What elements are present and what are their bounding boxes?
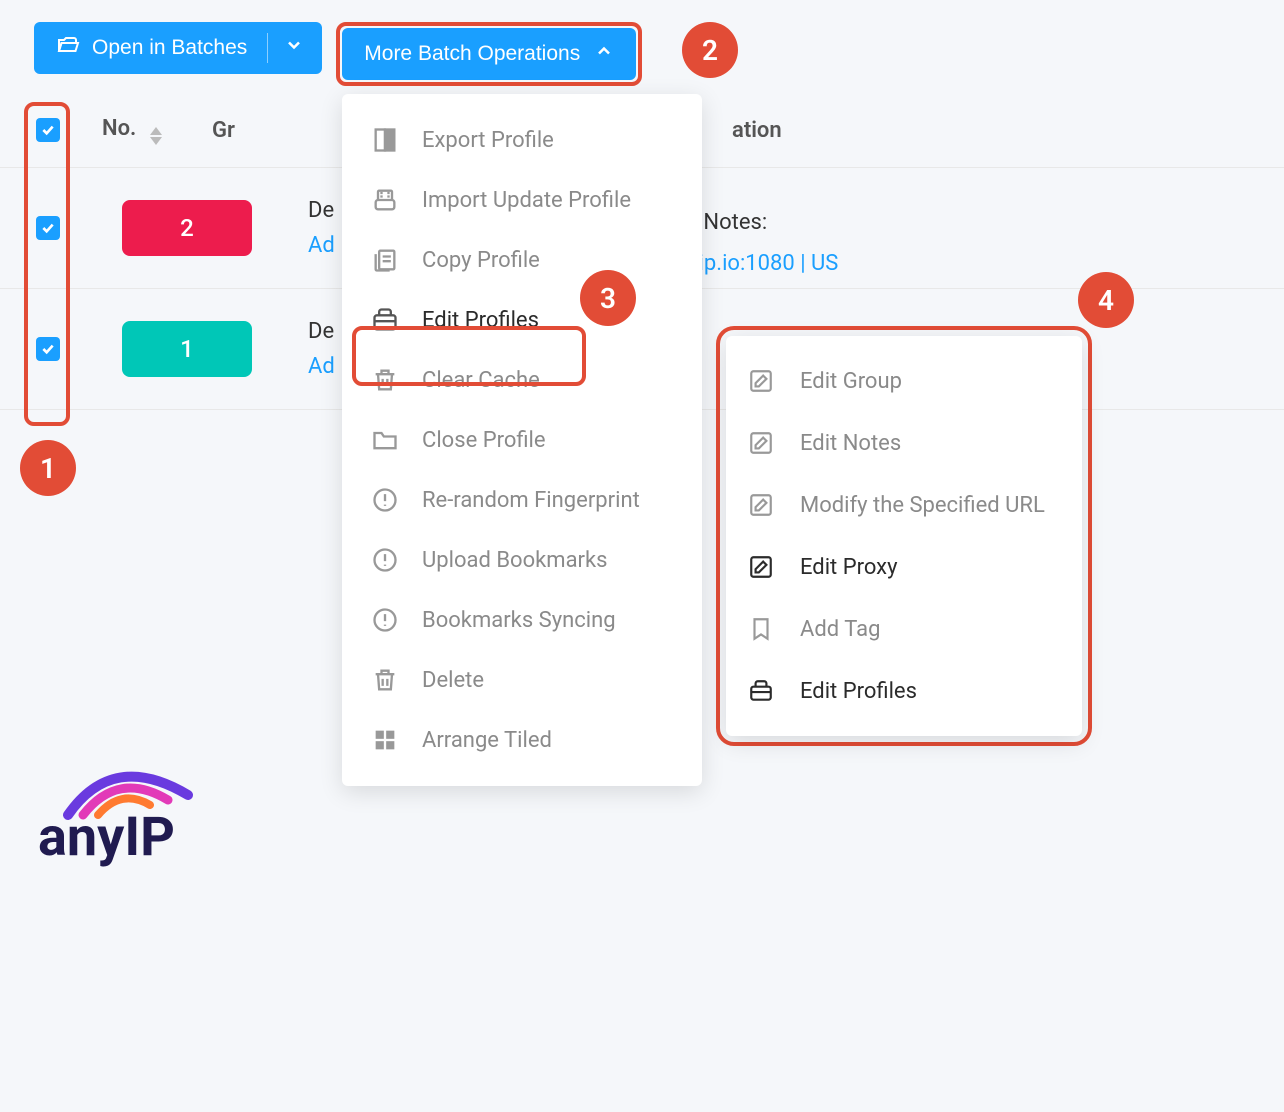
grid-icon <box>368 726 402 754</box>
copy-icon <box>368 246 402 274</box>
row-link-partial[interactable]: Ad <box>308 233 335 258</box>
column-header-information[interactable]: ation <box>692 118 782 143</box>
annotation-badge-4: 4 <box>1078 272 1134 328</box>
folder-icon <box>368 426 402 454</box>
edit-profiles-submenu: Edit Group Edit Notes Modify the Specifi… <box>726 336 1082 736</box>
submenu-item-edit-notes[interactable]: Edit Notes <box>726 412 1082 474</box>
menu-item-copy-profile[interactable]: Copy Profile <box>342 230 702 290</box>
annotation-badge-1: 1 <box>20 440 76 496</box>
pencil-square-icon <box>748 554 778 580</box>
chevron-up-icon <box>594 41 614 67</box>
menu-item-upload-bookmarks[interactable]: Upload Bookmarks <box>342 530 702 590</box>
chevron-down-icon[interactable] <box>284 35 304 61</box>
row-number-badge: 2 <box>122 200 252 256</box>
import-icon <box>368 186 402 214</box>
row-checkbox[interactable] <box>36 337 60 361</box>
trash-icon <box>368 666 402 694</box>
row-checkbox[interactable] <box>36 216 60 240</box>
more-batch-operations-button[interactable]: More Batch Operations <box>342 28 636 80</box>
sort-icon <box>150 127 162 145</box>
open-in-batches-label: Open in Batches <box>92 36 247 60</box>
button-separator <box>267 33 268 63</box>
pencil-square-icon <box>748 430 778 456</box>
menu-item-bookmarks-syncing[interactable]: Bookmarks Syncing <box>342 590 702 650</box>
alert-icon <box>368 606 402 634</box>
annotation-badge-3: 3 <box>580 270 636 326</box>
annotation-outline-4: Edit Group Edit Notes Modify the Specifi… <box>716 326 1092 746</box>
menu-item-import-update-profile[interactable]: Import Update Profile <box>342 170 702 230</box>
submenu-item-edit-group[interactable]: Edit Group <box>726 350 1082 412</box>
export-icon <box>368 126 402 154</box>
column-header-no[interactable]: No. <box>82 116 212 145</box>
open-in-batches-button[interactable]: Open in Batches <box>34 22 322 74</box>
alert-icon <box>368 546 402 574</box>
submenu-item-add-tag[interactable]: Add Tag <box>726 598 1082 660</box>
submenu-item-modify-url[interactable]: Modify the Specified URL <box>726 474 1082 536</box>
menu-item-arrange-tiled[interactable]: Arrange Tiled <box>342 710 702 770</box>
more-batch-operations-highlight: More Batch Operations <box>336 22 642 86</box>
row-link-partial[interactable]: Ad <box>308 354 335 379</box>
menu-item-rerandom-fingerprint[interactable]: Re-random Fingerprint <box>342 470 702 530</box>
more-batch-operations-label: More Batch Operations <box>364 42 580 66</box>
pencil-square-icon <box>748 492 778 518</box>
profiles-icon <box>368 306 402 334</box>
more-batch-operations-menu: Export Profile Import Update Profile Cop… <box>342 94 702 786</box>
menu-item-clear-cache[interactable]: Clear Cache <box>342 350 702 410</box>
annotation-badge-2: 2 <box>682 22 738 78</box>
row-title-partial: De <box>308 198 335 223</box>
select-all-checkbox[interactable] <box>36 118 60 142</box>
anyip-logo-text: anyIP <box>38 806 175 869</box>
row-number-badge: 1 <box>122 321 252 377</box>
trash-icon <box>368 366 402 394</box>
alert-icon <box>368 486 402 514</box>
folder-open-icon <box>56 33 80 63</box>
menu-item-export-profile[interactable]: Export Profile <box>342 110 702 170</box>
row-title-partial: De <box>308 319 335 344</box>
menu-item-delete[interactable]: Delete <box>342 650 702 710</box>
bookmark-icon <box>748 616 778 642</box>
menu-item-close-profile[interactable]: Close Profile <box>342 410 702 470</box>
menu-item-edit-profiles[interactable]: Edit Profiles <box>342 290 702 350</box>
submenu-item-edit-profiles[interactable]: Edit Profiles <box>726 660 1082 722</box>
profiles-icon <box>748 678 778 704</box>
pencil-square-icon <box>748 368 778 394</box>
submenu-item-edit-proxy[interactable]: Edit Proxy <box>726 536 1082 598</box>
